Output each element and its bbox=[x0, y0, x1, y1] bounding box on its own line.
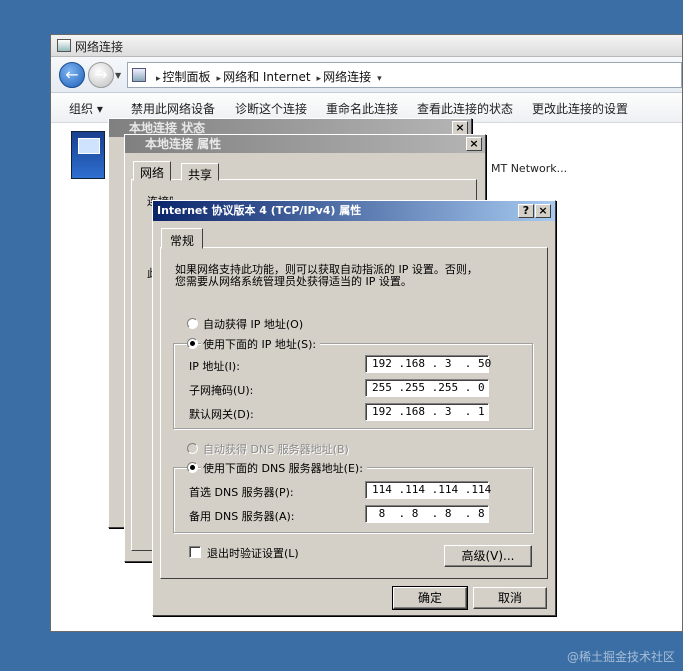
use-static-dns-label[interactable]: 使用下面的 DNS 服务器地址(E): bbox=[201, 460, 367, 476]
tab-network[interactable]: 网络 bbox=[133, 161, 172, 181]
default-gateway-label: 默认网关(D): bbox=[189, 408, 254, 421]
navigation-bar: ← → ▼ ▸ 控制面板 ▸ 网络和 Internet ▸ 网络连接 ▾ bbox=[51, 57, 682, 93]
breadcrumb: ▸ 控制面板 ▸ 网络和 Internet ▸ 网络连接 ▾ bbox=[152, 68, 384, 85]
use-static-ip-radio[interactable] bbox=[187, 338, 198, 349]
address-bar[interactable]: ▸ 控制面板 ▸ 网络和 Internet ▸ 网络连接 ▾ bbox=[127, 62, 682, 88]
breadcrumb-chevron-icon[interactable]: ▸ bbox=[156, 74, 161, 84]
adapter-description: MT Network... bbox=[491, 162, 568, 175]
alternate-dns-label: 备用 DNS 服务器(A): bbox=[189, 510, 295, 523]
help-button[interactable]: ? bbox=[518, 204, 534, 218]
ip-address-label: IP 地址(I): bbox=[189, 360, 240, 373]
breadcrumb-chevron-icon[interactable]: ▸ bbox=[217, 74, 222, 84]
breadcrumb-network-internet[interactable]: 网络和 Internet bbox=[223, 70, 310, 84]
ok-button[interactable]: 确定 bbox=[392, 586, 468, 610]
close-button[interactable]: × bbox=[535, 204, 551, 218]
forward-button[interactable]: → bbox=[88, 62, 114, 88]
auto-ip-radio[interactable] bbox=[187, 318, 198, 329]
tab-sharing[interactable]: 共享 bbox=[181, 163, 220, 182]
cancel-button[interactable]: 取消 bbox=[473, 587, 547, 609]
properties-dialog-title[interactable]: 本地连接 属性 bbox=[125, 135, 485, 153]
use-static-ip-label[interactable]: 使用下面的 IP 地址(S): bbox=[201, 336, 321, 352]
subnet-mask-field[interactable]: 255 .255 .255 . 0 bbox=[365, 379, 489, 397]
tcp-ipv4-properties-dialog: Internet 协议版本 4 (TCP/IPv4) 属性 ? × 常规 如果网… bbox=[152, 200, 556, 616]
default-gateway-field[interactable]: 192 .168 . 3 . 1 bbox=[365, 403, 489, 421]
close-button[interactable]: × bbox=[452, 121, 468, 135]
breadcrumb-chevron-icon[interactable]: ▸ bbox=[317, 74, 322, 84]
change-settings-button[interactable]: 更改此连接的设置 bbox=[532, 100, 628, 117]
subnet-mask-label: 子网掩码(U): bbox=[189, 384, 254, 397]
auto-dns-label[interactable]: 自动获得 DNS 服务器地址(B) bbox=[203, 441, 349, 457]
window-title: 网络连接 bbox=[75, 40, 124, 54]
auto-ip-label[interactable]: 自动获得 IP 地址(O) bbox=[203, 316, 303, 332]
recent-pages-chevron-icon[interactable]: ▼ bbox=[115, 71, 121, 80]
ip-address-field[interactable]: 192 .168 . 3 . 50 bbox=[365, 355, 491, 373]
view-status-button[interactable]: 查看此连接的状态 bbox=[417, 100, 513, 117]
alternate-dns-field[interactable]: 8 . 8 . 8 . 8 bbox=[365, 505, 489, 523]
tab-general[interactable]: 常规 bbox=[161, 228, 204, 249]
back-button[interactable]: ← bbox=[59, 62, 85, 88]
preferred-dns-field[interactable]: 114 .114 .114 .114 bbox=[365, 481, 491, 499]
organize-button[interactable]: 组织 ▾ bbox=[69, 100, 103, 117]
diagnose-button[interactable]: 诊断这个连接 bbox=[235, 100, 307, 117]
network-folder-icon bbox=[57, 39, 71, 52]
use-static-dns-radio[interactable] bbox=[187, 462, 198, 473]
breadcrumb-network-connections[interactable]: 网络连接 bbox=[323, 70, 371, 84]
advanced-button[interactable]: 高级(V)... bbox=[444, 545, 532, 567]
rename-button[interactable]: 重命名此连接 bbox=[326, 100, 398, 117]
breadcrumb-control-panel[interactable]: 控制面板 bbox=[163, 70, 211, 84]
tcp-dialog-title[interactable]: Internet 协议版本 4 (TCP/IPv4) 属性 bbox=[153, 201, 555, 221]
control-panel-icon bbox=[132, 68, 146, 82]
close-button[interactable]: × bbox=[466, 137, 482, 151]
disable-device-button[interactable]: 禁用此网络设备 bbox=[131, 100, 215, 117]
validate-on-exit-checkbox[interactable] bbox=[189, 546, 201, 558]
window-title-bar[interactable]: 网络连接 bbox=[51, 35, 682, 57]
validate-on-exit-label[interactable]: 退出时验证设置(L) bbox=[207, 545, 299, 561]
preferred-dns-label: 首选 DNS 服务器(P): bbox=[189, 486, 294, 499]
auto-dns-radio[interactable] bbox=[187, 443, 198, 454]
watermark: @稀土掘金技术社区 bbox=[566, 650, 675, 664]
breadcrumb-chevron-icon[interactable]: ▾ bbox=[377, 74, 382, 84]
description-line2: 您需要从网络系统管理员处获得适当的 IP 设置。 bbox=[175, 275, 412, 288]
network-adapter-icon[interactable] bbox=[71, 131, 105, 179]
